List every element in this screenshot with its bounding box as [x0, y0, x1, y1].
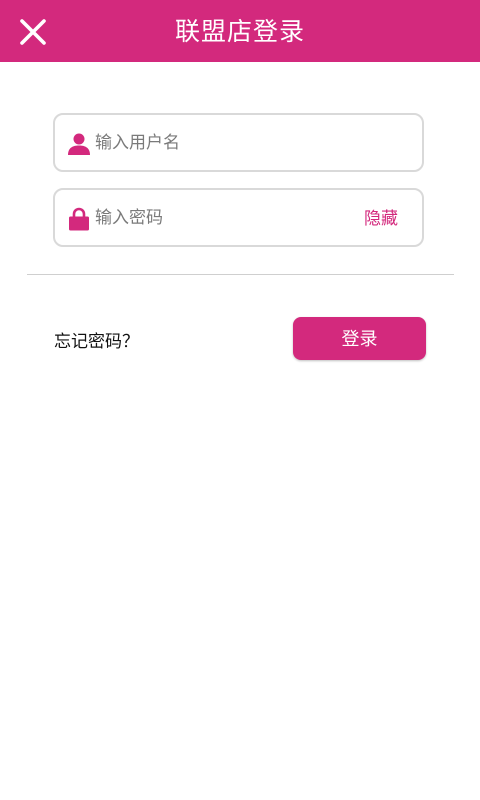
app-header: 联盟店登录: [0, 0, 480, 62]
hide-password-toggle[interactable]: 隐藏: [364, 190, 398, 245]
page-title: 联盟店登录: [174, 17, 305, 46]
password-field[interactable]: 隐藏: [53, 188, 424, 247]
user-icon: [68, 133, 90, 155]
password-input[interactable]: [95, 198, 345, 238]
username-input[interactable]: [95, 123, 405, 163]
forgot-password-link[interactable]: 忘记密码？: [54, 327, 139, 352]
lock-icon: [69, 207, 89, 231]
divider: [27, 274, 454, 275]
username-field[interactable]: [53, 113, 424, 172]
login-button[interactable]: 登录: [293, 317, 426, 360]
